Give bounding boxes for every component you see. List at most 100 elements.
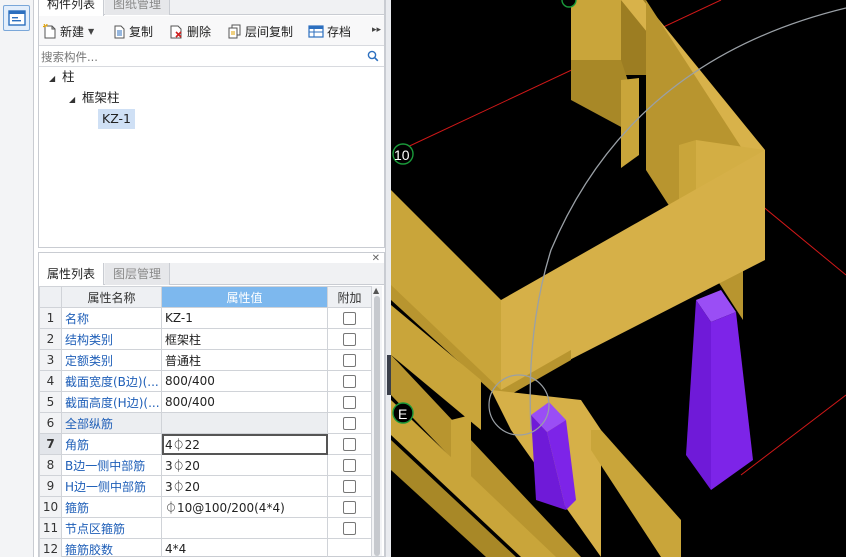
additional-cell [327, 349, 372, 371]
chevron-down-icon[interactable]: ▼ [88, 27, 94, 36]
3d-viewport[interactable]: 10 E [391, 0, 846, 557]
property-table: 属性名称 属性值 附加 1 名称 KZ-1 2 结构类别 框架柱 3 定额类别 … [39, 286, 372, 557]
property-value[interactable]: 3⏀20 [161, 454, 328, 476]
table-row-selected[interactable]: 7 角筋 4⏀22 [39, 433, 372, 455]
floor-copy-label: 层间复制 [245, 24, 294, 39]
additional-checkbox[interactable] [343, 459, 356, 472]
additional-checkbox[interactable] [343, 375, 356, 388]
wall-face [621, 78, 639, 168]
component-tabbar: 构件列表 图纸管理 [39, 0, 384, 16]
property-value[interactable]: 800/400 [161, 370, 328, 392]
property-value[interactable]: 4*4 [161, 538, 328, 557]
row-index: 1 [39, 307, 62, 329]
table-row[interactable]: 12 箍筋胶数 4*4 [39, 538, 372, 557]
row-index: 9 [39, 475, 62, 497]
additional-checkbox[interactable] [343, 333, 356, 346]
floor-copy-button[interactable]: 层间复制 [227, 21, 293, 41]
property-value[interactable] [161, 517, 328, 539]
tab-property-list[interactable]: 属性列表 [39, 263, 105, 285]
wall-face [591, 430, 681, 557]
table-row[interactable]: 8 B边一侧中部筋 3⏀20 [39, 454, 372, 476]
axis-marker-e: E [392, 402, 414, 424]
additional-cell [327, 496, 372, 518]
axis-label-10: 10 [394, 147, 410, 163]
table-row[interactable]: 1 名称 KZ-1 [39, 307, 372, 329]
additional-checkbox[interactable] [343, 312, 356, 325]
additional-checkbox[interactable] [343, 417, 356, 430]
table-row[interactable]: 11 节点区箍筋 [39, 517, 372, 539]
copy-button[interactable]: 复制 [112, 21, 153, 41]
copy-label: 复制 [129, 24, 154, 39]
grid-line [740, 394, 846, 476]
table-row[interactable]: 5 截面高度(H边)(... 800/400 [39, 391, 372, 413]
save-table-icon [308, 24, 324, 38]
row-index: 3 [39, 349, 62, 371]
3d-scene: 10 E [391, 0, 846, 557]
row-index: 8 [39, 454, 62, 476]
additional-cell [327, 307, 372, 329]
property-name: B边一侧中部筋 [61, 454, 162, 476]
table-row[interactable]: 9 H边一侧中部筋 3⏀20 [39, 475, 372, 497]
delete-button[interactable]: 删除 [169, 21, 211, 41]
new-document-icon [43, 23, 56, 38]
additional-checkbox[interactable] [343, 438, 356, 451]
tree-expand-icon[interactable]: ◢ [69, 95, 75, 104]
additional-checkbox[interactable] [343, 396, 356, 409]
additional-cell [327, 370, 372, 392]
vertical-scrollbar[interactable]: ▲ [372, 286, 382, 556]
more-arrow-icon[interactable]: ▸▸ [372, 25, 381, 35]
tree-item-kz1[interactable]: KZ-1 [98, 109, 136, 129]
property-value[interactable]: 普通柱 [161, 349, 328, 371]
additional-checkbox[interactable] [343, 480, 356, 493]
tree-expand-icon[interactable]: ◢ [49, 74, 55, 83]
tab-component-list[interactable]: 构件列表 [39, 0, 105, 16]
table-row[interactable]: 2 结构类别 框架柱 [39, 328, 372, 350]
additional-cell [327, 454, 372, 476]
tab-layer-management[interactable]: 图层管理 [105, 263, 171, 285]
scroll-thumb[interactable] [374, 296, 380, 556]
table-header-row: 属性名称 属性值 附加 [39, 286, 372, 308]
property-name: 箍筋 [61, 496, 162, 518]
additional-cell [327, 328, 372, 350]
property-value[interactable]: 4⏀22 [161, 433, 328, 455]
table-row[interactable]: 4 截面宽度(B边)(... 800/400 [39, 370, 372, 392]
property-value[interactable]: 框架柱 [161, 328, 328, 350]
header-additional[interactable]: 附加 [327, 286, 372, 308]
property-name: 箍筋胶数 [61, 538, 162, 557]
property-value[interactable]: 3⏀20 [161, 475, 328, 497]
table-row[interactable]: 6 全部纵筋 [39, 412, 372, 434]
new-button[interactable]: 新建 ▼ [43, 21, 94, 41]
table-row[interactable]: 3 定额类别 普通柱 [39, 349, 372, 371]
component-list-panel: 构件列表 图纸管理 新建 ▼ 复制 删除 层间复制 存档 ▸▸ 搜索构件... … [38, 0, 385, 248]
tree-item-frame-column[interactable]: 框架柱 [82, 88, 120, 108]
header-property-name[interactable]: 属性名称 [61, 286, 162, 308]
property-value[interactable]: 800/400 [161, 391, 328, 413]
axis-marker-10: 10 [392, 143, 414, 165]
property-name: 角筋 [61, 433, 162, 455]
tree-item-column[interactable]: 柱 [62, 67, 75, 87]
header-property-value[interactable]: 属性值 [161, 286, 328, 308]
row-index: 2 [39, 328, 62, 350]
tab-drawing-management[interactable]: 图纸管理 [105, 0, 171, 15]
property-value[interactable]: ⏀10@100/200(4*4) [161, 496, 328, 518]
save-button[interactable]: 存档 [308, 21, 351, 41]
property-name: 全部纵筋 [61, 412, 162, 434]
column-face [686, 300, 711, 490]
search-input[interactable] [41, 48, 361, 65]
additional-cell [327, 433, 372, 455]
component-toolbar: 新建 ▼ 复制 删除 层间复制 存档 ▸▸ [39, 16, 384, 46]
additional-checkbox[interactable] [343, 501, 356, 514]
property-value[interactable]: KZ-1 [161, 307, 328, 329]
property-name: 结构类别 [61, 328, 162, 350]
additional-checkbox[interactable] [343, 354, 356, 367]
additional-checkbox[interactable] [343, 522, 356, 535]
additional-cell [327, 475, 372, 497]
search-icon[interactable] [367, 50, 379, 62]
row-index: 12 [39, 538, 62, 557]
scroll-up-icon[interactable]: ▲ [373, 286, 379, 295]
layer-view-button[interactable] [3, 5, 30, 31]
row-index: 11 [39, 517, 62, 539]
property-value[interactable] [161, 412, 328, 434]
window-icon [8, 10, 26, 26]
table-row[interactable]: 10 箍筋 ⏀10@100/200(4*4) [39, 496, 372, 518]
